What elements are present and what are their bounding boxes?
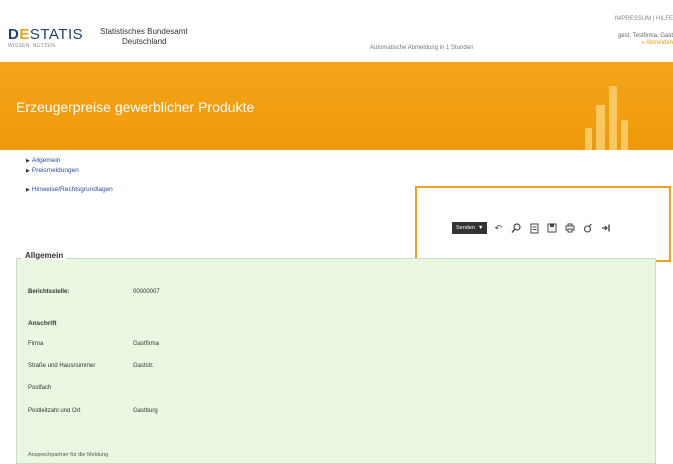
logout-link[interactable]: » Abmelden [641, 40, 673, 46]
search-icon[interactable] [509, 221, 523, 235]
logo-letter-d: D [8, 26, 20, 43]
page-header: DESTATIS WISSEN. NUTZEN. Statistisches B… [0, 0, 673, 62]
panel-legend: Allgemein [22, 251, 67, 260]
logo-letter-e: E [19, 26, 30, 43]
agency-line-1: Statistisches Bundesamt [100, 27, 188, 36]
general-info-panel [16, 258, 656, 464]
field-value: Gastburg [133, 408, 158, 414]
logo-text: STATIS [29, 26, 84, 43]
undo-icon[interactable]: ↶ [491, 221, 505, 235]
contact-heading: Ansprechpartner für die Meldung [28, 452, 109, 458]
banner-decor-bar [585, 128, 592, 150]
field-label: Postfach [28, 385, 52, 391]
field-value: Gastfirma [133, 341, 160, 347]
section-nav: ▶ Allgemein ▶ Preismeldungen ▶ Hinweise/Rec… [26, 156, 113, 195]
nav-link-label: Preismeldungen [31, 167, 79, 174]
logo-tagline: WISSEN. NUTZEN. [8, 43, 57, 49]
attachment-icon[interactable] [581, 221, 595, 235]
session-timeout-note: Automatische Abmeldung in 1 Stunden [370, 45, 474, 51]
nav-link-label: Hinweise/Rechtsgrundlagen [31, 186, 113, 193]
arrow-right-icon: ▶ [26, 158, 30, 164]
title-banner: Erzeugerpreise gewerblicher Produkte [0, 62, 673, 150]
banner-decor-bar [621, 120, 628, 150]
nav-link-label: Allgemein [31, 157, 61, 164]
anschrift-heading: Anschrift [28, 320, 57, 327]
page-title: Erzeugerpreise gewerblicher Produkte [16, 99, 255, 115]
nav-link-allgemein[interactable]: ▶ Allgemein [26, 156, 113, 166]
berichtsstelle-label: Berichtsstelle: [28, 289, 70, 295]
nav-link-preismeldungen[interactable]: ▶ Preismeldungen [26, 166, 113, 176]
arrow-right-icon: ▶ [26, 187, 30, 193]
berichtsstelle-value: 00000007 [133, 289, 160, 295]
send-dropdown-label: Senden [456, 225, 475, 231]
form-toolbar: Senden ▼ ↶ [452, 221, 613, 235]
user-info: gest. Testfirma, Gast [618, 33, 673, 39]
banner-decor-bar [609, 86, 617, 150]
field-value: Gaststr. [133, 363, 154, 369]
field-label: Straße und Hausnummer [28, 363, 96, 369]
agency-line-2: Deutschland [122, 37, 167, 46]
banner-decor-bar [596, 105, 605, 150]
save-icon[interactable] [545, 221, 559, 235]
logout-icon[interactable] [599, 221, 613, 235]
header-meta-links[interactable]: IMPRESSUM | HILFE [615, 16, 673, 22]
field-label: Firma [28, 341, 44, 347]
field-label: Postleitzahl und Ort [28, 408, 81, 414]
caret-down-icon: ▼ [477, 225, 484, 231]
send-dropdown[interactable]: Senden ▼ [452, 222, 488, 234]
nav-link-hinweise[interactable]: ▶ Hinweise/Rechtsgrundlagen [26, 185, 113, 195]
agency-name: Statistisches Bundesamt Deutschland [100, 27, 188, 47]
destatis-logo[interactable]: DESTATIS [8, 26, 83, 43]
print-icon[interactable] [563, 221, 577, 235]
arrow-right-icon: ▶ [26, 168, 30, 174]
document-icon[interactable] [527, 221, 541, 235]
